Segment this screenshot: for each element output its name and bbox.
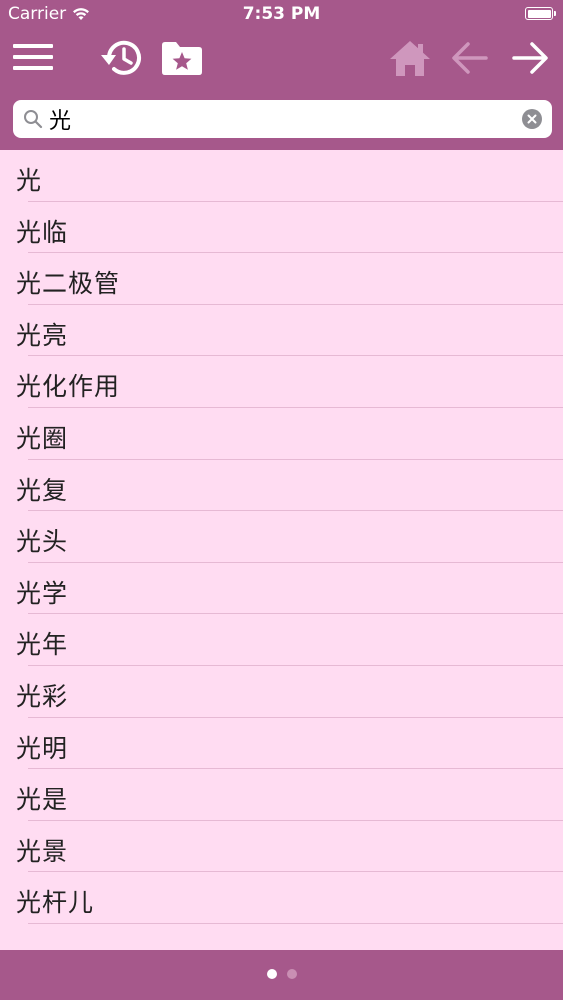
list-item[interactable]: 光亮	[0, 305, 563, 357]
forward-button[interactable]	[506, 34, 554, 82]
search-input[interactable]	[49, 100, 519, 138]
list-item[interactable]: 光年	[0, 614, 563, 666]
list-item-label: 光景	[16, 836, 69, 866]
home-icon	[390, 41, 430, 76]
page-dot-1[interactable]	[266, 969, 277, 979]
list-item[interactable]: 光是	[0, 769, 563, 821]
search-icon	[24, 110, 43, 129]
list-item-label: 光	[16, 166, 43, 195]
clear-icon	[527, 114, 537, 124]
back-arrow-icon	[452, 42, 488, 74]
list-item[interactable]: 光头	[0, 511, 563, 563]
list-item-label: 光临	[16, 217, 69, 247]
list-item-label: 光化作用	[16, 372, 121, 402]
list-item-label: 光学	[16, 578, 69, 608]
list-item-label: 光亮	[16, 320, 69, 350]
list-item[interactable]: 光明	[0, 718, 563, 770]
status-bar: Carrier 7:53 PM	[0, 0, 563, 30]
list-item-label: 光复	[16, 475, 69, 505]
list-item-label: 光圈	[16, 423, 69, 453]
page-dot-2[interactable]	[286, 969, 297, 979]
favorites-button[interactable]	[158, 34, 206, 82]
history-button[interactable]	[98, 34, 146, 82]
list-item[interactable]: 光化作用	[0, 356, 563, 408]
list-item-label: 光明	[16, 733, 69, 763]
menu-icon	[13, 44, 53, 70]
page-indicator[interactable]	[0, 969, 563, 979]
battery-icon	[525, 7, 556, 20]
results-list: 光 光临 光二极管 光亮 光化作用 光圈 光复 光头 光学 光年 光彩 光明 光…	[0, 150, 563, 950]
battery-level	[527, 9, 551, 18]
bottom-bar	[0, 950, 563, 1000]
list-item[interactable]: 光复	[0, 460, 563, 512]
home-button[interactable]	[386, 34, 434, 82]
menu-button[interactable]	[9, 33, 57, 81]
list-item-label: 光是	[16, 785, 69, 815]
list-item-label: 光头	[16, 527, 69, 557]
list-item[interactable]: 光临	[0, 202, 563, 254]
favorites-folder-icon	[162, 42, 202, 75]
clear-search-button[interactable]	[522, 109, 542, 129]
list-item[interactable]: 光	[0, 150, 563, 202]
forward-arrow-icon	[512, 42, 548, 74]
list-item-label: 光杆儿	[16, 888, 95, 918]
history-icon	[101, 40, 141, 75]
list-item[interactable]: 光圈	[0, 408, 563, 460]
list-item-label: 光年	[16, 630, 69, 660]
top-bar: Carrier 7:53 PM	[0, 0, 563, 150]
list-item-label: 光二极管	[16, 269, 121, 299]
status-time: 7:53 PM	[242, 4, 321, 24]
list-item[interactable]: 光二极管	[0, 253, 563, 305]
list-item-label: 光彩	[16, 681, 69, 711]
search-bar	[13, 100, 552, 138]
list-item[interactable]: 光景	[0, 821, 563, 873]
list-item[interactable]: 光彩	[0, 666, 563, 718]
back-button[interactable]	[446, 34, 494, 82]
list-item[interactable]: 光杆儿	[0, 872, 563, 924]
list-item[interactable]: 光学	[0, 563, 563, 615]
